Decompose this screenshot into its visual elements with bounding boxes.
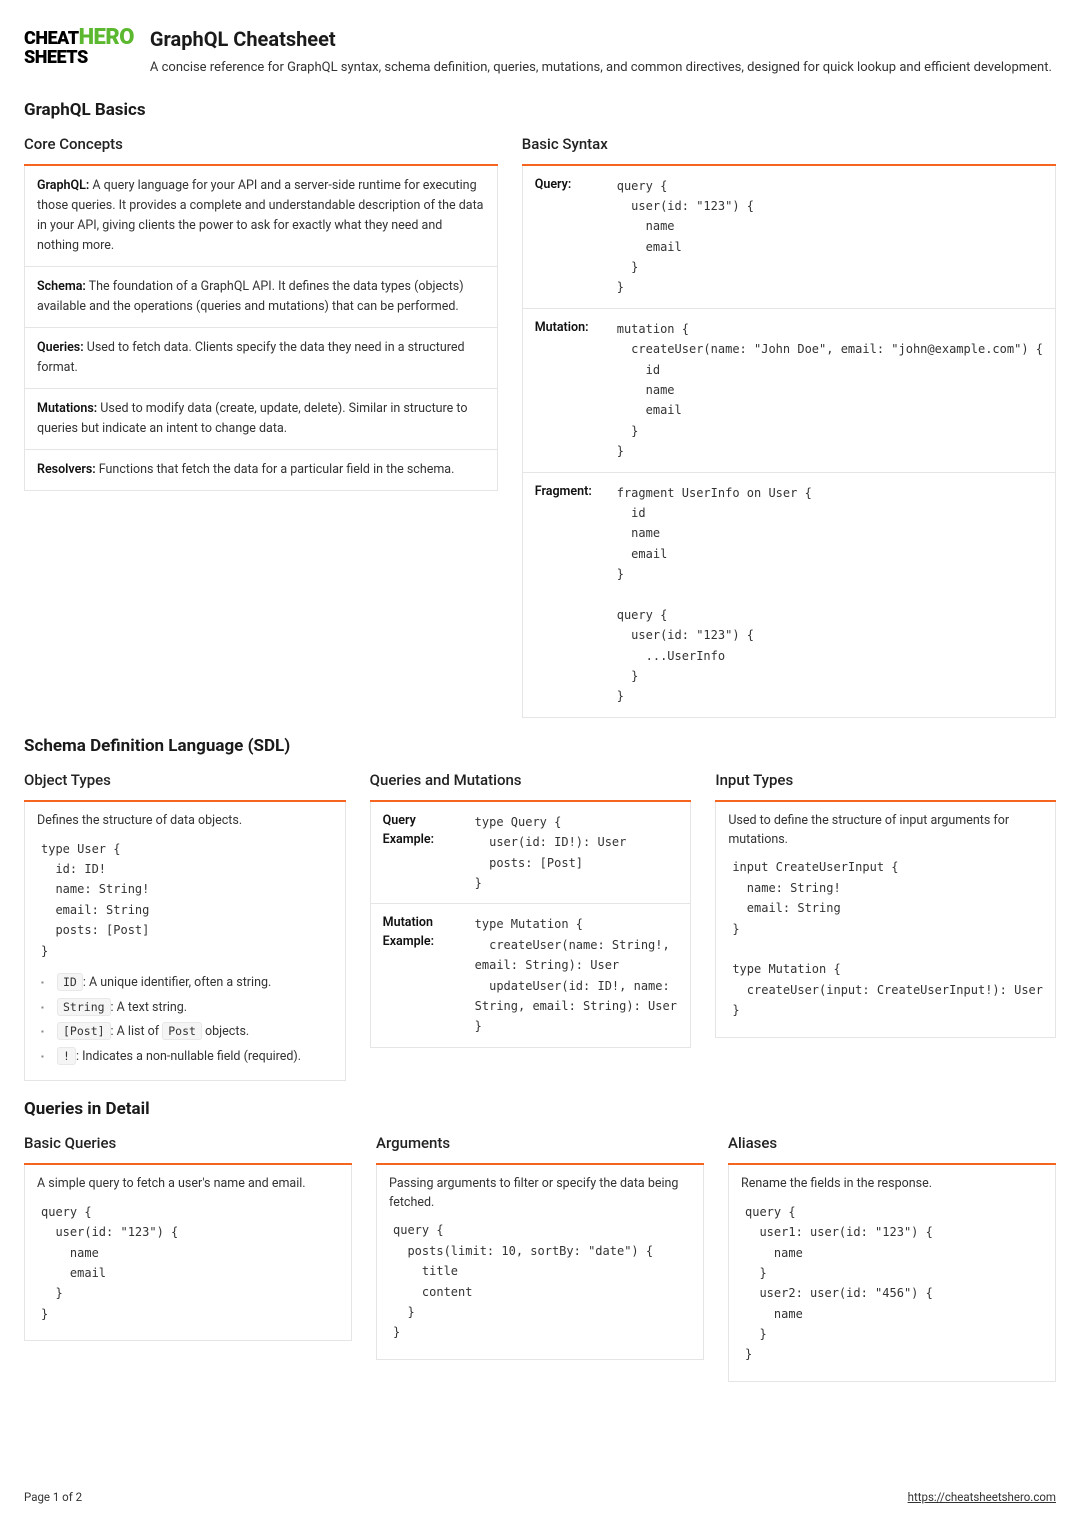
section-title-queries: Queries in Detail bbox=[24, 1097, 1056, 1123]
core-concepts-block: Core Concepts GraphQL: A query language … bbox=[24, 133, 498, 718]
page-subtitle: A concise reference for GraphQL syntax, … bbox=[150, 58, 1052, 78]
block-title: Basic Syntax bbox=[522, 133, 1056, 156]
syntax-label: Query: bbox=[535, 176, 605, 195]
source-link[interactable]: https://cheatsheetshero.com bbox=[908, 1489, 1056, 1506]
code-block: mutation { createUser(name: "John Doe", … bbox=[617, 319, 1043, 462]
input-types-block: Input Types Used to define the structure… bbox=[715, 769, 1056, 1081]
block-title: Core Concepts bbox=[24, 133, 498, 156]
logo-text: HERO bbox=[79, 28, 134, 49]
example-item: Query Example: type Query { user(id: ID!… bbox=[370, 802, 692, 905]
logo-text: SHEETS bbox=[24, 49, 88, 66]
type-bullets: ID: A unique identifier, often a string.… bbox=[37, 971, 333, 1070]
code-block: type Query { user(id: ID!): User posts: … bbox=[475, 812, 679, 894]
description: Passing arguments to filter or specify t… bbox=[389, 1175, 691, 1213]
list-item: [Post]: A list of Post objects. bbox=[37, 1020, 333, 1045]
basic-queries-block: Basic Queries A simple query to fetch a … bbox=[24, 1132, 352, 1381]
basic-syntax-block: Basic Syntax Query: query { user(id: "12… bbox=[522, 133, 1056, 718]
queries-mutations-block: Queries and Mutations Query Example: typ… bbox=[370, 769, 692, 1081]
description: Used to define the structure of input ar… bbox=[728, 812, 1043, 850]
block-title: Basic Queries bbox=[24, 1132, 352, 1155]
code-block: fragment UserInfo on User { id name emai… bbox=[617, 483, 1043, 707]
description: Rename the fields in the response. bbox=[741, 1175, 1043, 1194]
list-item: ID: A unique identifier, often a string. bbox=[37, 971, 333, 996]
code-block: query { user(id: "123") { name email } } bbox=[617, 176, 1043, 298]
concept-item: Mutations: Used to modify data (create, … bbox=[24, 389, 498, 450]
description: Defines the structure of data objects. bbox=[37, 812, 333, 831]
concept-item: GraphQL: A query language for your API a… bbox=[24, 166, 498, 267]
block-title: Queries and Mutations bbox=[370, 769, 692, 792]
concept-item: Resolvers: Functions that fetch the data… bbox=[24, 450, 498, 491]
syntax-item: Query: query { user(id: "123") { name em… bbox=[522, 166, 1056, 309]
syntax-item: Fragment: fragment UserInfo on User { id… bbox=[522, 473, 1056, 718]
example-label: Mutation Example: bbox=[383, 914, 463, 952]
page-indicator: Page 1 of 2 bbox=[24, 1489, 82, 1506]
logo-text: CHEAT bbox=[24, 30, 79, 47]
page-title: GraphQL Cheatsheet bbox=[150, 24, 1052, 54]
header-text: GraphQL Cheatsheet A concise reference f… bbox=[150, 24, 1052, 78]
section-title-basics: GraphQL Basics bbox=[24, 98, 1056, 124]
block-title: Object Types bbox=[24, 769, 346, 792]
block-title: Aliases bbox=[728, 1132, 1056, 1155]
concept-item: Schema: The foundation of a GraphQL API.… bbox=[24, 267, 498, 328]
sdl-row: Object Types Defines the structure of da… bbox=[24, 769, 1056, 1081]
list-item: !: Indicates a non-nullable field (requi… bbox=[37, 1045, 333, 1070]
object-types-block: Object Types Defines the structure of da… bbox=[24, 769, 346, 1081]
example-label: Query Example: bbox=[383, 812, 463, 850]
page-footer: Page 1 of 2 https://cheatsheetshero.com bbox=[24, 1489, 1056, 1506]
logo: CHEAT HERO SHEETS bbox=[24, 28, 134, 78]
basics-row: Core Concepts GraphQL: A query language … bbox=[24, 133, 1056, 718]
list-item: String: A text string. bbox=[37, 996, 333, 1021]
block-title: Input Types bbox=[715, 769, 1056, 792]
code-block: type Mutation { createUser(name: String!… bbox=[475, 914, 679, 1036]
aliases-block: Aliases Rename the fields in the respons… bbox=[728, 1132, 1056, 1381]
code-block: query { user1: user(id: "123") { name } … bbox=[745, 1202, 1043, 1365]
page-header: CHEAT HERO SHEETS GraphQL Cheatsheet A c… bbox=[24, 24, 1056, 78]
queries-row: Basic Queries A simple query to fetch a … bbox=[24, 1132, 1056, 1381]
block-title: Arguments bbox=[376, 1132, 704, 1155]
concept-item: Queries: Used to fetch data. Clients spe… bbox=[24, 328, 498, 389]
code-block: input CreateUserInput { name: String! em… bbox=[732, 857, 1043, 1020]
code-block: type User { id: ID! name: String! email:… bbox=[41, 839, 333, 961]
example-item: Mutation Example: type Mutation { create… bbox=[370, 904, 692, 1047]
section-title-sdl: Schema Definition Language (SDL) bbox=[24, 734, 1056, 760]
code-block: query { user(id: "123") { name email } } bbox=[41, 1202, 339, 1324]
syntax-label: Fragment: bbox=[535, 483, 605, 502]
description: A simple query to fetch a user's name an… bbox=[37, 1175, 339, 1194]
code-block: query { posts(limit: 10, sortBy: "date")… bbox=[393, 1220, 691, 1342]
arguments-block: Arguments Passing arguments to filter or… bbox=[376, 1132, 704, 1381]
syntax-label: Mutation: bbox=[535, 319, 605, 338]
syntax-item: Mutation: mutation { createUser(name: "J… bbox=[522, 309, 1056, 473]
